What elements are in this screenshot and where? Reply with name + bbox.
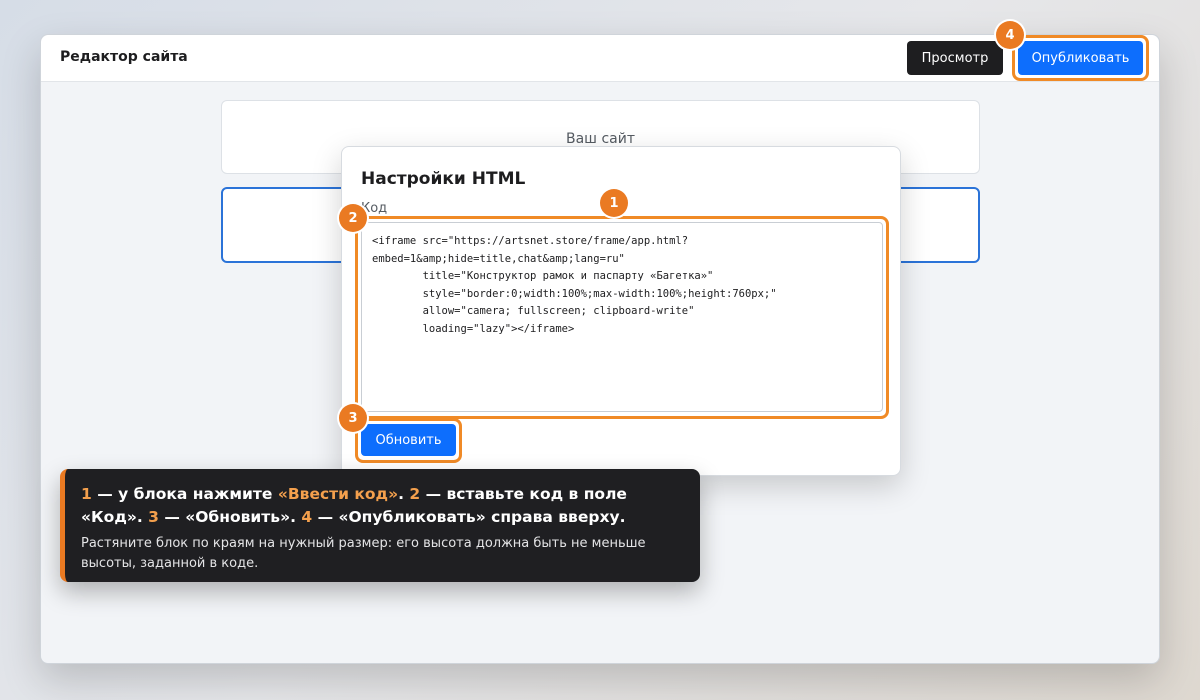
step-badge-3: 3: [339, 404, 367, 432]
hint-step-2: 2: [409, 485, 421, 503]
hint-main-text: 1 — у блока нажмите «Ввести код». 2 — вс…: [81, 483, 686, 529]
update-button[interactable]: Обновить: [361, 424, 456, 456]
html-settings-dialog: Настройки HTML Код <iframe src="https://…: [339, 146, 901, 476]
top-bar: Редактор сайта Просмотр Опубликовать 4: [41, 21, 1159, 82]
hint-text-1: — у блока нажмите: [91, 485, 278, 503]
hint-enter-code: «Ввести код»: [277, 485, 399, 503]
hint-step-4: 4: [301, 508, 313, 526]
code-textarea[interactable]: <iframe src="https://artsnet.store/frame…: [361, 222, 883, 412]
publish-button[interactable]: Опубликовать: [1018, 41, 1143, 75]
step-badge-2: 2: [339, 204, 367, 232]
preview-button[interactable]: Просмотр: [907, 41, 1003, 75]
hint-text-4: — «Обновить».: [158, 508, 302, 526]
instruction-hint: 1 — у блока нажмите «Ввести код». 2 — вс…: [60, 469, 700, 582]
hint-text-5: — «Опубликовать» справа вверху.: [312, 508, 626, 526]
hint-subtext: Растяните блок по краям на нужный размер…: [81, 536, 646, 571]
hint-step-1: 1: [81, 485, 92, 503]
step-badge-4: 4: [996, 21, 1024, 49]
dialog-title: Настройки HTML: [361, 169, 526, 189]
hint-text-2: .: [398, 485, 410, 503]
app-title: Редактор сайта: [60, 49, 188, 65]
hint-step-3: 3: [148, 508, 159, 526]
step-badge-1: 1: [600, 189, 628, 217]
site-block-label: Ваш сайт: [566, 131, 635, 147]
